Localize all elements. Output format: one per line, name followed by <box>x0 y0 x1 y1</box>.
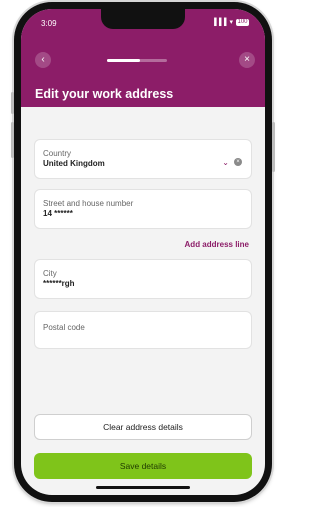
back-button[interactable]: ‹ <box>35 52 51 68</box>
clear-address-button[interactable]: Clear address details <box>34 414 252 440</box>
street-value: 14 ****** <box>43 209 73 218</box>
street-field[interactable]: Street and house number 14 ****** <box>34 189 252 229</box>
side-button-left <box>11 92 14 114</box>
country-label: Country <box>43 149 72 158</box>
postal-code-label: Postal code <box>43 323 85 332</box>
notch <box>101 9 185 29</box>
status-time: 3:09 <box>41 19 57 28</box>
country-select[interactable]: Country United Kingdom ⌄ × <box>34 139 252 179</box>
battery-icon: 100 <box>236 18 249 26</box>
header: 3:09 ▐▐▐ ▾ 100 ‹ × Edit your work addres… <box>21 9 265 107</box>
add-address-line-link[interactable]: Add address line <box>185 240 249 249</box>
close-icon: × <box>244 54 250 65</box>
city-label: City <box>43 269 57 278</box>
street-label: Street and house number <box>43 199 134 208</box>
page-title: Edit your work address <box>35 87 174 101</box>
chevron-left-icon: ‹ <box>41 54 45 65</box>
city-field[interactable]: City ******rgh <box>34 259 252 299</box>
close-button[interactable]: × <box>239 52 255 68</box>
country-value: United Kingdom <box>43 159 105 168</box>
side-button-right <box>272 122 275 172</box>
side-button-left-2 <box>11 122 14 158</box>
home-indicator <box>96 486 190 489</box>
wifi-icon: ▾ <box>229 19 233 26</box>
progress-bar <box>107 59 167 62</box>
city-value: ******rgh <box>43 279 75 288</box>
save-details-button[interactable]: Save details <box>34 453 252 479</box>
screen: 3:09 ▐▐▐ ▾ 100 ‹ × Edit your work addres… <box>21 9 265 495</box>
postal-code-field[interactable]: Postal code <box>34 311 252 349</box>
status-icons: ▐▐▐ ▾ 100 <box>212 18 249 26</box>
clear-icon[interactable]: × <box>234 158 242 166</box>
chevron-down-icon: ⌄ <box>222 158 229 167</box>
phone-frame: 3:09 ▐▐▐ ▾ 100 ‹ × Edit your work addres… <box>11 2 275 502</box>
progress-fill <box>107 59 140 62</box>
signal-icon: ▐▐▐ <box>211 18 227 26</box>
